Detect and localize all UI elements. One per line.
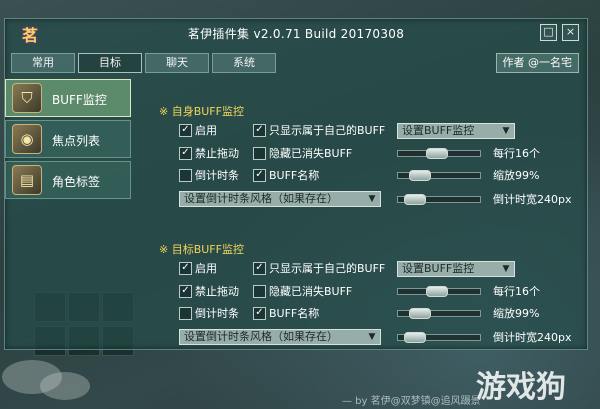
bar-width-slider[interactable] xyxy=(397,194,481,205)
slider-handle[interactable] xyxy=(409,308,431,319)
chevron-down-icon: ▼ xyxy=(502,264,510,274)
self-buff-section: ※ 自身BUFF监控 ✓ 启用 ✓ 只显示属于自己的BUFF 设置BUFF监控 ▼ ✓ 禁止拖动… xyxy=(145,103,585,233)
setup-buff-dropdown-value: 设置BUFF监控 xyxy=(402,262,475,275)
only-own-buff-checkbox[interactable]: ✓ xyxy=(253,124,266,137)
buff-name-label: BUFF名称 xyxy=(269,169,320,182)
bar-style-dropdown[interactable]: 设置倒计时条风格（如果存在） ▼ xyxy=(179,191,381,207)
chevron-down-icon: ▼ xyxy=(368,194,376,204)
bar-width-value: 倒计时宽240px xyxy=(493,193,572,206)
settings-panel: ※ 自身BUFF监控 ✓ 启用 ✓ 只显示属于自己的BUFF 设置BUFF监控 ▼ ✓ 禁止拖动… xyxy=(145,103,587,349)
section-title: ※ 自身BUFF监控 xyxy=(159,105,244,118)
sidebar-item-buff-monitor[interactable]: ⛉ BUFF监控 xyxy=(5,79,131,117)
sidebar-item-label: 角色标签 xyxy=(52,175,101,189)
countdown-bar-checkbox[interactable] xyxy=(179,169,192,182)
scale-slider[interactable] xyxy=(397,308,481,319)
slider-handle[interactable] xyxy=(409,170,431,181)
buff-name-checkbox[interactable]: ✓ xyxy=(253,307,266,320)
author-button[interactable]: 作者 @一名宅 xyxy=(495,53,579,73)
section-title: ※ 目标BUFF监控 xyxy=(159,243,244,256)
only-own-buff-label: 只显示属于自己的BUFF xyxy=(269,124,386,137)
cloud-ornament xyxy=(40,372,90,400)
tab-system[interactable]: 系统 xyxy=(212,53,276,73)
bar-style-dropdown-value: 设置倒计时条风格（如果存在） xyxy=(184,192,338,205)
disable-drag-label: 禁止拖动 xyxy=(195,285,239,298)
sidebar-item-label: 焦点列表 xyxy=(52,134,101,148)
enable-checkbox[interactable]: ✓ xyxy=(179,262,192,275)
buff-name-checkbox[interactable]: ✓ xyxy=(253,169,266,182)
hide-expired-label: 隐藏已消失BUFF xyxy=(269,285,353,298)
book-icon: ▤ xyxy=(12,165,42,195)
enable-label: 启用 xyxy=(195,262,217,275)
hide-expired-checkbox[interactable] xyxy=(253,285,266,298)
bar-width-value: 倒计时宽240px xyxy=(493,331,572,344)
sidebar: ⛉ BUFF监控 ◉ 焦点列表 ▤ 角色标签 xyxy=(5,79,135,202)
sidebar-item-focus-list[interactable]: ◉ 焦点列表 xyxy=(5,120,131,158)
per-row-slider[interactable] xyxy=(397,286,481,297)
setup-buff-dropdown[interactable]: 设置BUFF监控 ▼ xyxy=(397,123,515,139)
countdown-bar-label: 倒计时条 xyxy=(195,169,239,182)
hide-expired-checkbox[interactable] xyxy=(253,147,266,160)
scale-value: 缩放99% xyxy=(493,307,540,320)
title-bar[interactable]: 茗 茗伊插件集 v2.0.71 Build 20170308 □ × xyxy=(5,19,587,47)
close-icon[interactable]: × xyxy=(562,24,579,41)
disable-drag-checkbox[interactable]: ✓ xyxy=(179,147,192,160)
tab-target[interactable]: 目标 xyxy=(78,53,142,73)
per-row-value: 每行16个 xyxy=(493,147,540,160)
enable-label: 启用 xyxy=(195,124,217,137)
plugin-window: 茗 茗伊插件集 v2.0.71 Build 20170308 □ × 常用 目标… xyxy=(4,18,588,350)
shield-helmet-icon: ⛉ xyxy=(12,83,42,113)
setup-buff-dropdown-value: 设置BUFF监控 xyxy=(402,124,475,137)
target-buff-section: ※ 目标BUFF监控 ✓ 启用 ✓ 只显示属于自己的BUFF 设置BUFF监控 ▼ ✓ 禁止拖动… xyxy=(145,241,585,371)
buff-name-label: BUFF名称 xyxy=(269,307,320,320)
slider-handle[interactable] xyxy=(404,332,426,343)
only-own-buff-checkbox[interactable]: ✓ xyxy=(253,262,266,275)
bar-style-dropdown-value: 设置倒计时条风格（如果存在） xyxy=(184,330,338,343)
sidebar-item-label: BUFF监控 xyxy=(52,93,107,107)
setup-buff-dropdown[interactable]: 设置BUFF监控 ▼ xyxy=(397,261,515,277)
bar-width-slider[interactable] xyxy=(397,332,481,343)
tab-bar: 常用 目标 聊天 系统 xyxy=(11,53,276,73)
per-row-slider[interactable] xyxy=(397,148,481,159)
tab-chat[interactable]: 聊天 xyxy=(145,53,209,73)
enable-checkbox[interactable]: ✓ xyxy=(179,124,192,137)
chevron-down-icon: ▼ xyxy=(368,332,376,342)
slider-handle[interactable] xyxy=(426,286,448,297)
maximize-icon[interactable]: □ xyxy=(540,24,557,41)
window-title: 茗伊插件集 v2.0.71 Build 20170308 xyxy=(187,27,405,41)
tab-common[interactable]: 常用 xyxy=(11,53,75,73)
per-row-value: 每行16个 xyxy=(493,285,540,298)
eye-scroll-icon: ◉ xyxy=(12,124,42,154)
disable-drag-checkbox[interactable]: ✓ xyxy=(179,285,192,298)
slider-handle[interactable] xyxy=(404,194,426,205)
scale-slider[interactable] xyxy=(397,170,481,181)
sidebar-item-role-tag[interactable]: ▤ 角色标签 xyxy=(5,161,131,199)
credit-text: — by 茗伊@双梦镇@追风蹑景 xyxy=(342,396,481,407)
countdown-bar-checkbox[interactable] xyxy=(179,307,192,320)
chevron-down-icon: ▼ xyxy=(502,126,510,136)
disable-drag-label: 禁止拖动 xyxy=(195,147,239,160)
scale-value: 缩放99% xyxy=(493,169,540,182)
countdown-bar-label: 倒计时条 xyxy=(195,307,239,320)
only-own-buff-label: 只显示属于自己的BUFF xyxy=(269,262,386,275)
slider-handle[interactable] xyxy=(426,148,448,159)
bar-style-dropdown[interactable]: 设置倒计时条风格（如果存在） ▼ xyxy=(179,329,381,345)
hide-expired-label: 隐藏已消失BUFF xyxy=(269,147,353,160)
